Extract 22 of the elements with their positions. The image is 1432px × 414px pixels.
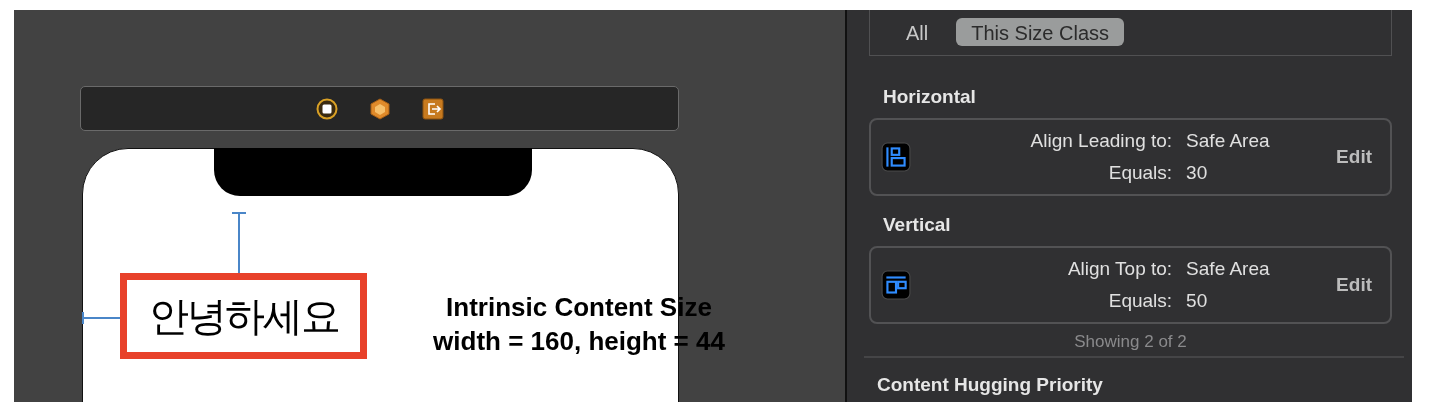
section-heading: Horizontal — [882, 85, 977, 109]
section-heading: Content Hugging Priority — [877, 373, 1103, 397]
edit-button[interactable]: Edit — [1336, 270, 1372, 300]
equals-value: 50 — [1186, 289, 1209, 313]
align-leading-icon — [881, 142, 911, 172]
view-controller-icon — [315, 97, 338, 120]
filter-tab[interactable]: All — [906, 18, 929, 46]
constraint-relation: Align Top to: — [1066, 257, 1173, 281]
constraint-count: Showing 2 of 2 — [1073, 331, 1188, 353]
constraint-relation: Align Leading to: — [1029, 129, 1173, 153]
constraint-target: Safe Area — [1186, 129, 1271, 153]
equals-label: Equals: — [1107, 161, 1173, 185]
align-top-icon — [881, 270, 911, 300]
exit-icon — [421, 97, 444, 120]
cube-icon — [369, 97, 390, 120]
filter-tab[interactable]: This Size Class — [956, 18, 1125, 46]
label-text: 안녕하세요 — [148, 296, 339, 336]
constraint-target: Safe Area — [1186, 257, 1271, 281]
equals-value: 30 — [1186, 161, 1209, 185]
equals-label: Equals: — [1107, 289, 1173, 313]
edit-button[interactable]: Edit — [1336, 142, 1372, 172]
section-heading: Vertical — [882, 213, 952, 237]
